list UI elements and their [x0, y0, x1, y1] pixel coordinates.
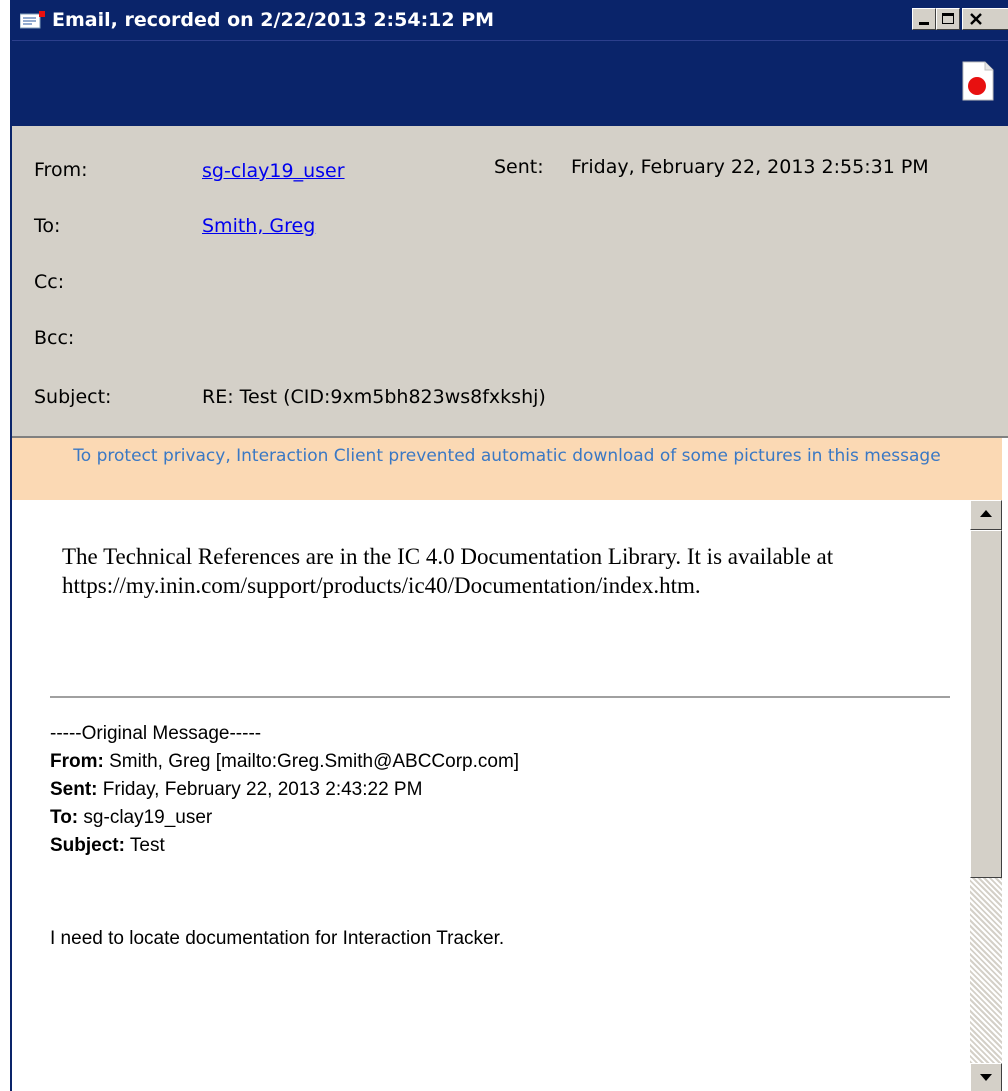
- original-to-label: To:: [50, 807, 79, 828]
- bcc-label: Bcc:: [34, 327, 75, 349]
- scroll-thumb[interactable]: [970, 530, 1002, 878]
- toolbar: [12, 40, 1008, 127]
- from-link[interactable]: sg-clay19_user: [202, 160, 345, 182]
- maximize-button[interactable]: [936, 8, 960, 30]
- privacy-notice[interactable]: To protect privacy, Interaction Client p…: [12, 438, 1002, 500]
- scroll-up-button[interactable]: [970, 500, 1002, 530]
- subject-value: RE: Test (CID:9xm5bh823ws8fxkshj): [202, 386, 546, 408]
- record-icon[interactable]: [962, 61, 994, 101]
- original-from-label: From:: [50, 751, 104, 772]
- original-message: -----Original Message----- From: Smith, …: [50, 720, 930, 860]
- original-sent-line: Sent: Friday, February 22, 2013 2:43:22 …: [50, 776, 930, 804]
- original-to-value: sg-clay19_user: [78, 807, 213, 828]
- to-label: To:: [34, 215, 61, 237]
- from-label: From:: [34, 159, 88, 181]
- subject-label: Subject:: [34, 386, 112, 408]
- arrow-down-icon: [980, 1074, 992, 1081]
- email-header: From: sg-clay19_user Sent: Friday, Febru…: [12, 126, 1008, 436]
- close-button[interactable]: [962, 8, 1008, 30]
- original-to-line: To: sg-clay19_user: [50, 804, 930, 832]
- close-icon: [970, 13, 982, 25]
- divider: [50, 696, 950, 698]
- scroll-track[interactable]: [970, 878, 1002, 1063]
- vertical-scrollbar[interactable]: [970, 500, 1002, 1091]
- reply-text: The Technical References are in the IC 4…: [62, 544, 834, 598]
- original-subject-value: Test: [124, 835, 165, 856]
- scroll-down-button[interactable]: [970, 1063, 1002, 1091]
- minimize-button[interactable]: [912, 8, 936, 30]
- message-area: To protect privacy, Interaction Client p…: [12, 436, 1008, 1091]
- to-link[interactable]: Smith, Greg: [202, 215, 315, 237]
- email-window: Email, recorded on 2/22/2013 2:54:12 PM …: [10, 0, 1008, 1091]
- email-icon: [20, 11, 45, 29]
- arrow-up-icon: [980, 510, 992, 517]
- window-title: Email, recorded on 2/22/2013 2:54:12 PM: [52, 9, 495, 31]
- maximize-icon: [942, 13, 954, 24]
- original-sent-label: Sent:: [50, 779, 98, 800]
- original-subject-line: Subject: Test: [50, 832, 930, 860]
- sent-value: Friday, February 22, 2013 2:55:31 PM: [571, 156, 929, 178]
- original-body: I need to locate documentation for Inter…: [50, 928, 505, 949]
- original-heading: -----Original Message-----: [50, 723, 262, 744]
- original-sent-value: Friday, February 22, 2013 2:43:22 PM: [97, 779, 423, 800]
- original-from-line: From: Smith, Greg [mailto:Greg.Smith@ABC…: [50, 748, 930, 776]
- title-bar[interactable]: Email, recorded on 2/22/2013 2:54:12 PM: [12, 0, 1008, 40]
- minimize-icon: [919, 22, 929, 25]
- message-body[interactable]: The Technical References are in the IC 4…: [12, 500, 970, 1091]
- sent-label: Sent:: [494, 156, 544, 178]
- original-from-value: Smith, Greg [mailto:Greg.Smith@ABCCorp.c…: [103, 751, 520, 772]
- cc-label: Cc:: [34, 271, 65, 293]
- original-subject-label: Subject:: [50, 835, 125, 856]
